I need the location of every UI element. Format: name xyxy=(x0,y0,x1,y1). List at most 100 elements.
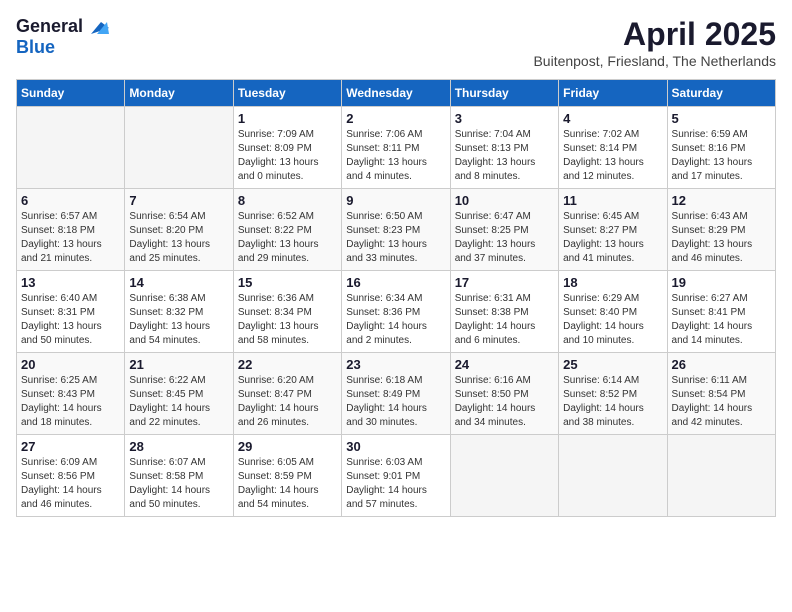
day-info: Sunrise: 6:14 AMSunset: 8:52 PMDaylight:… xyxy=(563,374,662,430)
day-info: Sunrise: 6:34 AMSunset: 8:36 PMDaylight:… xyxy=(346,292,445,348)
calendar-header: SundayMondayTuesdayWednesdayThursdayFrid… xyxy=(17,80,776,107)
day-info: Sunrise: 6:47 AMSunset: 8:25 PMDaylight:… xyxy=(455,210,554,266)
day-header-wednesday: Wednesday xyxy=(342,80,450,107)
day-number: 21 xyxy=(129,357,228,372)
day-info: Sunrise: 6:38 AMSunset: 8:32 PMDaylight:… xyxy=(129,292,228,348)
day-info: Sunrise: 7:04 AMSunset: 8:13 PMDaylight:… xyxy=(455,128,554,184)
day-info: Sunrise: 6:07 AMSunset: 8:58 PMDaylight:… xyxy=(129,456,228,512)
day-number: 13 xyxy=(21,275,120,290)
day-info: Sunrise: 6:27 AMSunset: 8:41 PMDaylight:… xyxy=(672,292,771,348)
day-info: Sunrise: 6:18 AMSunset: 8:49 PMDaylight:… xyxy=(346,374,445,430)
day-number: 18 xyxy=(563,275,662,290)
day-info: Sunrise: 7:09 AMSunset: 8:09 PMDaylight:… xyxy=(238,128,337,184)
calendar-cell: 22Sunrise: 6:20 AMSunset: 8:47 PMDayligh… xyxy=(233,353,341,435)
calendar-cell: 6 Sunrise: 6:57 AMSunset: 8:18 PMDaylight… xyxy=(17,189,125,271)
calendar-cell: 24Sunrise: 6:16 AMSunset: 8:50 PMDayligh… xyxy=(450,353,558,435)
logo-blue-text: Blue xyxy=(16,37,55,57)
day-info: Sunrise: 6:36 AMSunset: 8:34 PMDaylight:… xyxy=(238,292,337,348)
day-info: Sunrise: 6:11 AMSunset: 8:54 PMDaylight:… xyxy=(672,374,771,430)
day-number: 20 xyxy=(21,357,120,372)
calendar-week-1: 1 Sunrise: 7:09 AMSunset: 8:09 PMDaylight… xyxy=(17,107,776,189)
day-number: 16 xyxy=(346,275,445,290)
day-number: 26 xyxy=(672,357,771,372)
calendar-cell: 25 Sunrise: 6:14 AMSunset: 8:52 PMDayligh… xyxy=(559,353,667,435)
day-info: Sunrise: 7:02 AMSunset: 8:14 PMDaylight:… xyxy=(563,128,662,184)
calendar-cell xyxy=(17,107,125,189)
day-info: Sunrise: 6:25 AMSunset: 8:43 PMDaylight:… xyxy=(21,374,120,430)
calendar-cell: 29 Sunrise: 6:05 AMSunset: 8:59 PMDayligh… xyxy=(233,435,341,517)
day-number: 7 xyxy=(129,193,228,208)
day-info: Sunrise: 6:05 AMSunset: 8:59 PMDaylight:… xyxy=(238,456,337,512)
calendar-cell: 7 Sunrise: 6:54 AMSunset: 8:20 PMDaylight… xyxy=(125,189,233,271)
calendar-subtitle: Buitenpost, Friesland, The Netherlands xyxy=(533,53,776,69)
day-number: 4 xyxy=(563,111,662,126)
calendar-week-2: 6 Sunrise: 6:57 AMSunset: 8:18 PMDaylight… xyxy=(17,189,776,271)
day-header-thursday: Thursday xyxy=(450,80,558,107)
logo: General Blue xyxy=(16,16,109,58)
day-info: Sunrise: 6:54 AMSunset: 8:20 PMDaylight:… xyxy=(129,210,228,266)
calendar-cell xyxy=(667,435,775,517)
calendar-cell xyxy=(559,435,667,517)
day-info: Sunrise: 6:50 AMSunset: 8:23 PMDaylight:… xyxy=(346,210,445,266)
day-number: 10 xyxy=(455,193,554,208)
day-number: 30 xyxy=(346,439,445,454)
day-info: Sunrise: 7:06 AMSunset: 8:11 PMDaylight:… xyxy=(346,128,445,184)
day-number: 1 xyxy=(238,111,337,126)
day-info: Sunrise: 6:40 AMSunset: 8:31 PMDaylight:… xyxy=(21,292,120,348)
calendar-cell xyxy=(450,435,558,517)
day-info: Sunrise: 6:43 AMSunset: 8:29 PMDaylight:… xyxy=(672,210,771,266)
day-number: 19 xyxy=(672,275,771,290)
day-number: 12 xyxy=(672,193,771,208)
calendar-week-5: 27 Sunrise: 6:09 AMSunset: 8:56 PMDayligh… xyxy=(17,435,776,517)
day-info: Sunrise: 6:20 AMSunset: 8:47 PMDaylight:… xyxy=(238,374,337,430)
calendar-title: April 2025 xyxy=(533,16,776,53)
day-number: 25 xyxy=(563,357,662,372)
logo-general-text: General xyxy=(16,16,83,37)
logo-icon xyxy=(87,20,109,36)
calendar-cell: 3 Sunrise: 7:04 AMSunset: 8:13 PMDaylight… xyxy=(450,107,558,189)
day-number: 8 xyxy=(238,193,337,208)
calendar-cell: 1 Sunrise: 7:09 AMSunset: 8:09 PMDaylight… xyxy=(233,107,341,189)
calendar-cell: 17 Sunrise: 6:31 AMSunset: 8:38 PMDayligh… xyxy=(450,271,558,353)
day-number: 9 xyxy=(346,193,445,208)
calendar-cell: 15Sunrise: 6:36 AMSunset: 8:34 PMDayligh… xyxy=(233,271,341,353)
day-number: 17 xyxy=(455,275,554,290)
day-number: 27 xyxy=(21,439,120,454)
calendar-cell: 18 Sunrise: 6:29 AMSunset: 8:40 PMDayligh… xyxy=(559,271,667,353)
calendar-cell: 16 Sunrise: 6:34 AMSunset: 8:36 PMDayligh… xyxy=(342,271,450,353)
calendar-cell: 4 Sunrise: 7:02 AMSunset: 8:14 PMDaylight… xyxy=(559,107,667,189)
calendar-cell: 27 Sunrise: 6:09 AMSunset: 8:56 PMDayligh… xyxy=(17,435,125,517)
calendar-cell: 10 Sunrise: 6:47 AMSunset: 8:25 PMDayligh… xyxy=(450,189,558,271)
day-info: Sunrise: 6:03 AMSunset: 9:01 PMDaylight:… xyxy=(346,456,445,512)
calendar-cell: 23 Sunrise: 6:18 AMSunset: 8:49 PMDayligh… xyxy=(342,353,450,435)
day-number: 23 xyxy=(346,357,445,372)
calendar-cell: 9 Sunrise: 6:50 AMSunset: 8:23 PMDaylight… xyxy=(342,189,450,271)
calendar-week-4: 20 Sunrise: 6:25 AMSunset: 8:43 PMDayligh… xyxy=(17,353,776,435)
day-info: Sunrise: 6:59 AMSunset: 8:16 PMDaylight:… xyxy=(672,128,771,184)
calendar-cell: 11 Sunrise: 6:45 AMSunset: 8:27 PMDayligh… xyxy=(559,189,667,271)
calendar-cell: 30 Sunrise: 6:03 AMSunset: 9:01 PMDayligh… xyxy=(342,435,450,517)
day-info: Sunrise: 6:45 AMSunset: 8:27 PMDaylight:… xyxy=(563,210,662,266)
day-number: 11 xyxy=(563,193,662,208)
day-number: 5 xyxy=(672,111,771,126)
day-number: 6 xyxy=(21,193,120,208)
day-info: Sunrise: 6:31 AMSunset: 8:38 PMDaylight:… xyxy=(455,292,554,348)
day-header-saturday: Saturday xyxy=(667,80,775,107)
calendar-cell: 20 Sunrise: 6:25 AMSunset: 8:43 PMDayligh… xyxy=(17,353,125,435)
day-info: Sunrise: 6:29 AMSunset: 8:40 PMDaylight:… xyxy=(563,292,662,348)
calendar-table: SundayMondayTuesdayWednesdayThursdayFrid… xyxy=(16,79,776,517)
page-header: General Blue April 2025 Buitenpost, Frie… xyxy=(16,16,776,69)
calendar-cell: 14Sunrise: 6:38 AMSunset: 8:32 PMDayligh… xyxy=(125,271,233,353)
day-number: 24 xyxy=(455,357,554,372)
day-number: 29 xyxy=(238,439,337,454)
day-header-monday: Monday xyxy=(125,80,233,107)
day-number: 2 xyxy=(346,111,445,126)
day-number: 3 xyxy=(455,111,554,126)
day-info: Sunrise: 6:09 AMSunset: 8:56 PMDaylight:… xyxy=(21,456,120,512)
calendar-cell: 28Sunrise: 6:07 AMSunset: 8:58 PMDayligh… xyxy=(125,435,233,517)
day-info: Sunrise: 6:57 AMSunset: 8:18 PMDaylight:… xyxy=(21,210,120,266)
day-header-friday: Friday xyxy=(559,80,667,107)
calendar-cell: 12 Sunrise: 6:43 AMSunset: 8:29 PMDayligh… xyxy=(667,189,775,271)
calendar-cell: 2 Sunrise: 7:06 AMSunset: 8:11 PMDaylight… xyxy=(342,107,450,189)
calendar-cell: 13 Sunrise: 6:40 AMSunset: 8:31 PMDayligh… xyxy=(17,271,125,353)
